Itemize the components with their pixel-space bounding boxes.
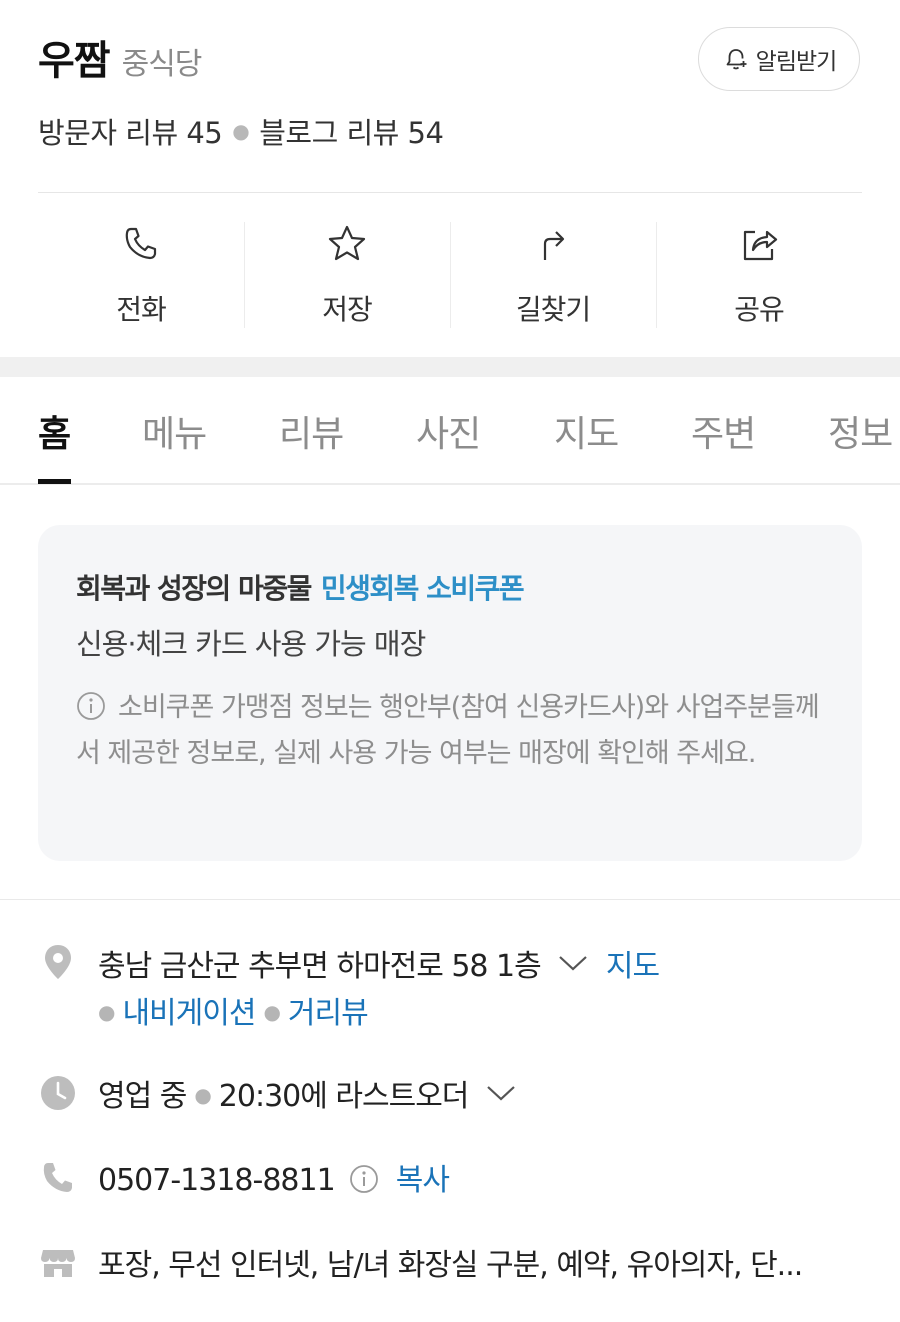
separator-dot: ● xyxy=(232,119,250,143)
call-button[interactable]: 전화 xyxy=(38,222,244,330)
address-text[interactable]: 충남 금산군 추부면 하마전로 58 1층 xyxy=(98,949,542,984)
chevron-down-icon[interactable] xyxy=(485,1083,517,1103)
store-icon xyxy=(41,1250,75,1277)
separator-dot: ● xyxy=(194,1083,211,1107)
alarm-label: 알림받기 xyxy=(755,49,838,75)
save-button[interactable]: 저장 xyxy=(244,222,450,330)
phone-row: 0507-1318-8811 복사 xyxy=(98,1155,450,1199)
copy-button[interactable]: 복사 xyxy=(396,1163,450,1198)
map-link[interactable]: 지도 xyxy=(606,949,660,984)
place-name: 우짬 xyxy=(38,38,111,84)
amenities-text[interactable]: 포장, 무선 인터넷, 남/녀 화장실 구분, 예약, 유아의자, 단... xyxy=(98,1240,803,1284)
tab-menu[interactable]: 메뉴 xyxy=(142,405,207,457)
address-links: ● 내비게이션 ● 거리뷰 xyxy=(98,988,369,1032)
bell-plus-icon xyxy=(726,49,747,70)
blog-review-link[interactable]: 블로그 리뷰 54 xyxy=(259,110,444,152)
coupon-card[interactable]: 회복과 성장의 마중물 민생회복 소비쿠폰 신용·체크 카드 사용 가능 매장 소… xyxy=(38,525,862,861)
navigation-link[interactable]: 내비게이션 xyxy=(122,996,256,1031)
last-order: 20:30에 라스트오더 xyxy=(218,1079,470,1114)
action-bar: 전화 저장 길찾기 공유 xyxy=(38,222,862,330)
coupon-subtitle: 신용·체크 카드 사용 가능 매장 xyxy=(76,627,426,661)
alarm-button[interactable]: 알림받기 xyxy=(698,27,860,91)
action-label: 전화 xyxy=(116,293,167,326)
coupon-title-prefix: 회복과 성장의 마중물 xyxy=(76,572,312,605)
tab-nearby[interactable]: 주변 xyxy=(691,405,756,457)
review-summary: 방문자 리뷰 45 ● 블로그 리뷰 54 xyxy=(38,110,444,152)
share-icon xyxy=(743,230,778,261)
clock-icon xyxy=(41,1076,75,1110)
info-icon xyxy=(77,692,105,720)
separator-dot: ● xyxy=(263,1000,280,1024)
address-row: 충남 금산군 추부면 하마전로 58 1층 지도 xyxy=(98,941,660,985)
action-label: 공유 xyxy=(734,293,785,326)
phone-icon xyxy=(125,227,157,260)
tab-map[interactable]: 지도 xyxy=(554,405,619,457)
tab-info[interactable]: 정보 xyxy=(828,405,893,457)
coupon-note: 소비쿠폰 가맹점 정보는 행안부(참여 신용카드사)와 사업주분들께서 제공한 … xyxy=(76,685,826,777)
separator-dot: ● xyxy=(98,1000,115,1024)
coupon-note-text: 소비쿠폰 가맹점 정보는 행안부(참여 신용카드사)와 사업주분들께서 제공한 … xyxy=(76,692,820,769)
chevron-down-icon[interactable] xyxy=(557,953,589,973)
active-tab-indicator xyxy=(38,479,71,484)
action-label: 저장 xyxy=(322,293,373,326)
phone-number[interactable]: 0507-1318-8811 xyxy=(98,1163,336,1198)
tab-reviews[interactable]: 리뷰 xyxy=(279,405,344,457)
business-status: 영업 중 xyxy=(98,1079,187,1114)
section-gap xyxy=(0,357,900,377)
share-button[interactable]: 공유 xyxy=(656,222,862,330)
star-icon xyxy=(328,225,366,261)
action-label: 길찾기 xyxy=(515,293,591,326)
directions-icon xyxy=(543,231,565,260)
place-category: 중식당 xyxy=(121,47,203,82)
coupon-title-highlight: 민생회복 소비쿠폰 xyxy=(320,572,525,605)
tab-home[interactable]: 홈 xyxy=(38,405,71,457)
divider xyxy=(0,899,900,900)
coupon-title: 회복과 성장의 마중물 민생회복 소비쿠폰 xyxy=(76,567,525,607)
location-pin-icon xyxy=(45,945,71,979)
street-view-link[interactable]: 거리뷰 xyxy=(288,996,369,1031)
directions-button[interactable]: 길찾기 xyxy=(450,222,656,330)
tab-bar: 홈 메뉴 리뷰 사진 지도 주변 정보 xyxy=(0,377,900,485)
visitor-review-link[interactable]: 방문자 리뷰 45 xyxy=(38,110,223,152)
tab-photos[interactable]: 사진 xyxy=(416,405,481,457)
divider xyxy=(38,192,862,193)
phone-icon xyxy=(43,1163,72,1192)
place-title: 우짬 중식당 xyxy=(38,28,203,86)
info-icon[interactable] xyxy=(349,1164,379,1194)
hours-row[interactable]: 영업 중 ● 20:30에 라스트오더 xyxy=(98,1071,525,1115)
